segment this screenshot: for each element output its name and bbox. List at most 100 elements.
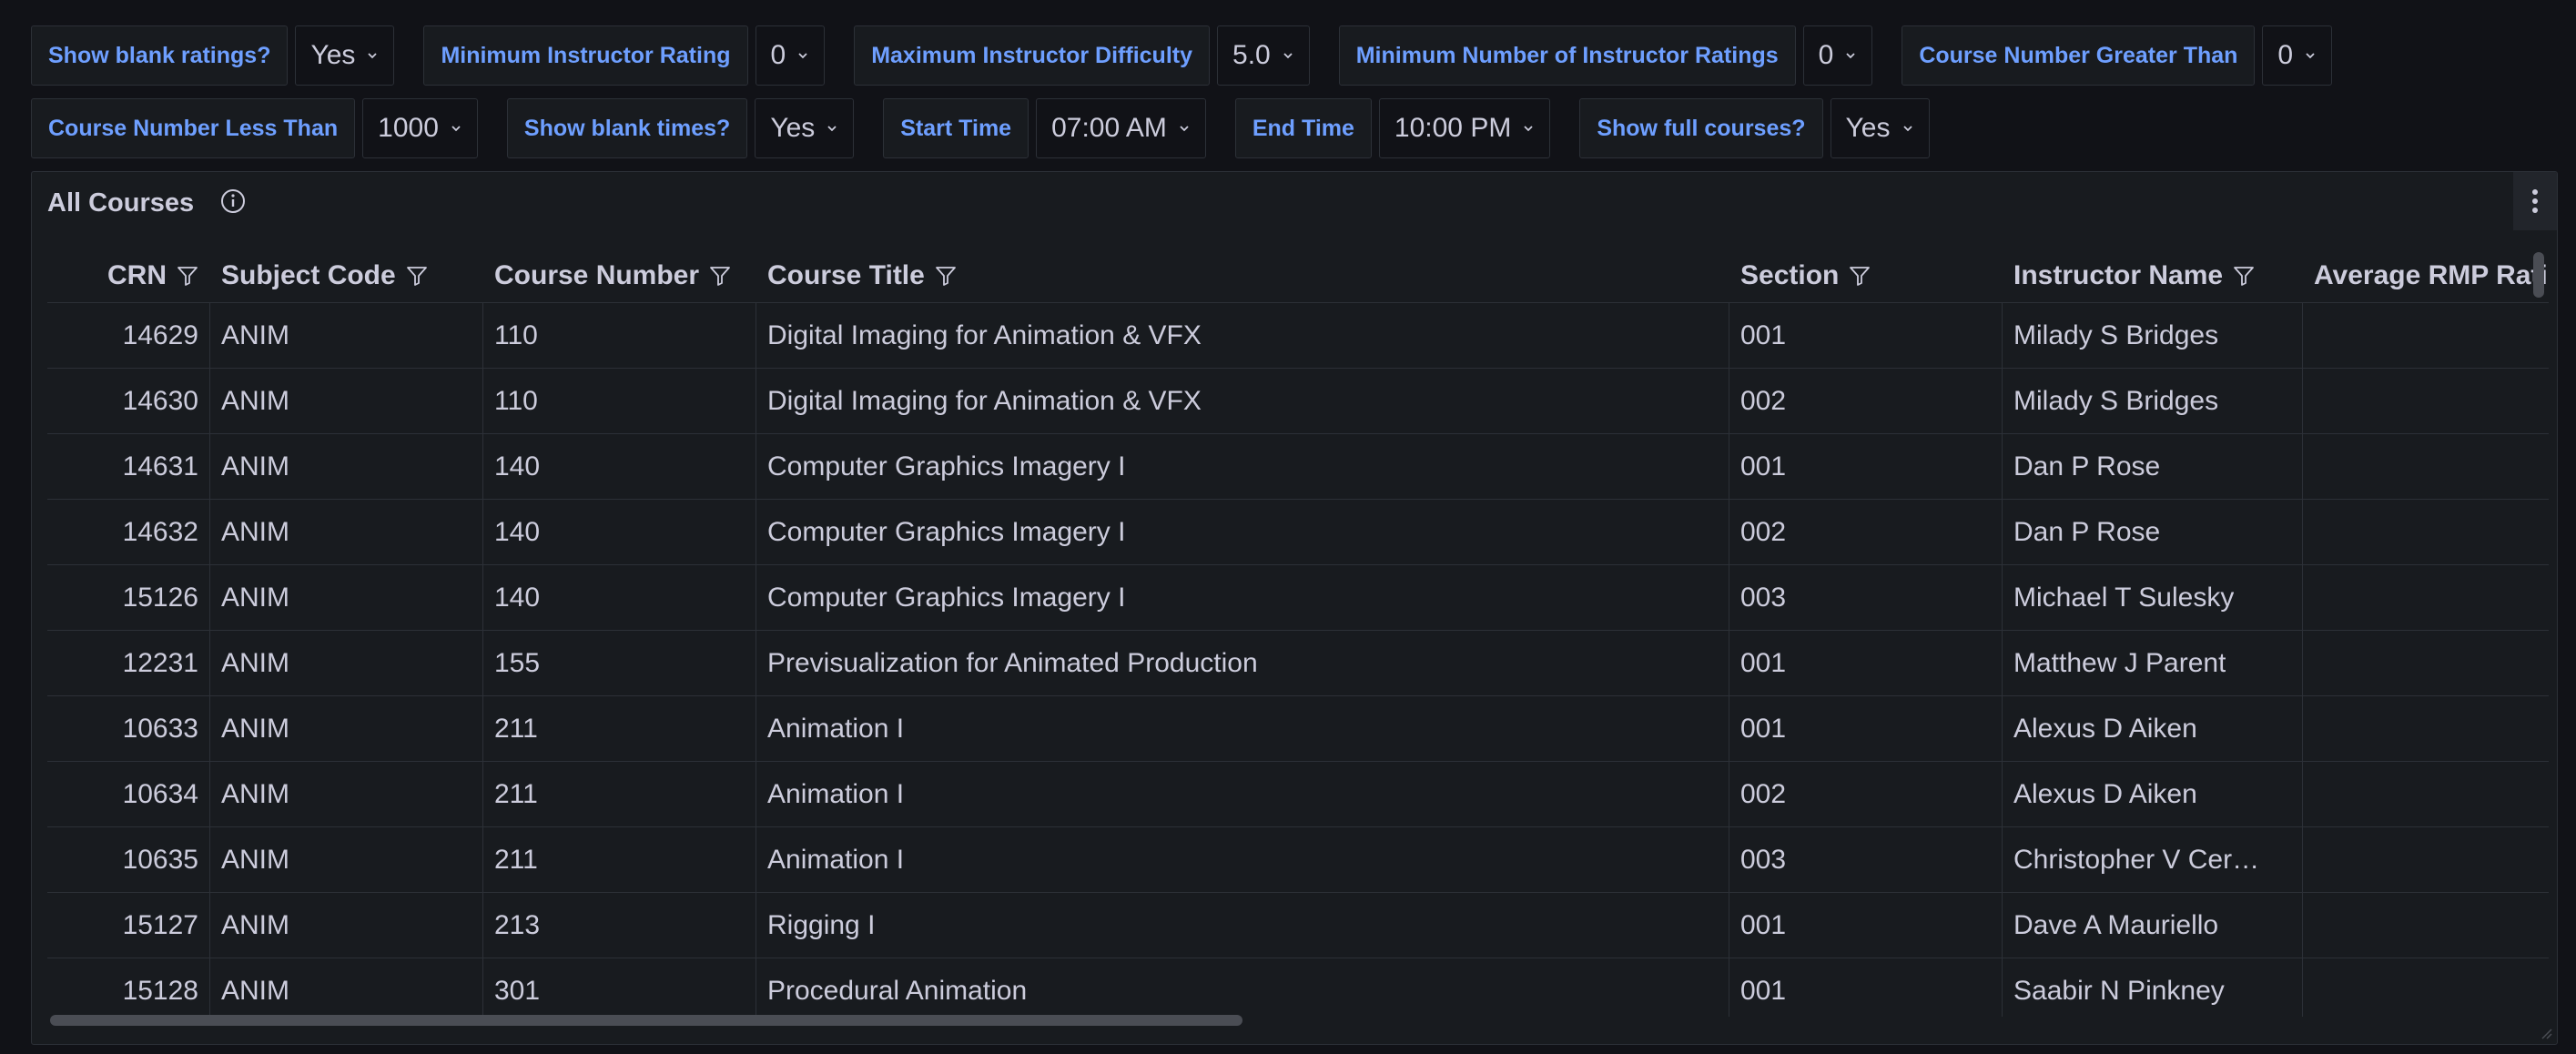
column-header-label: Section [1740, 259, 1840, 290]
cell-text: 155 [494, 647, 541, 678]
cell-instructor-name: Saabir N Pinkney [2003, 958, 2303, 1017]
filter-select-show-blank-ratings[interactable]: Yes [295, 25, 395, 86]
filter-icon[interactable] [2232, 264, 2256, 288]
filter-select-minimum-instructor-rating[interactable]: 0 [755, 25, 826, 86]
filter-label-minimum-instructor-rating: Minimum Instructor Rating [423, 25, 748, 86]
cell-subject-code: ANIM [210, 631, 483, 695]
filter-icon[interactable] [176, 264, 199, 288]
cell-text: 003 [1740, 582, 1787, 613]
filter-select-show-blank-times[interactable]: Yes [755, 98, 855, 158]
chevron-down-icon [451, 126, 461, 132]
filter-minimum-number-of-instructor-ratings: Minimum Number of Instructor Ratings 0 [1338, 25, 1873, 86]
cell-course-title: Animation I [756, 827, 1729, 892]
resize-handle-icon[interactable] [2541, 1028, 2553, 1040]
cell-text: 001 [1740, 713, 1787, 744]
filter-label-end-time: End Time [1234, 98, 1372, 158]
column-header-course-title[interactable]: Course Title [756, 248, 1729, 302]
cell-instructor-name: Christopher V Cer… [2003, 827, 2303, 892]
cell-text: 001 [1740, 451, 1787, 481]
cell-average-rmp-rating [2303, 827, 2549, 892]
cell-crn: 12231 [47, 631, 210, 695]
panel-menu-button[interactable] [2513, 172, 2557, 230]
table-row[interactable]: 14629 ANIM 110 Digital Imaging for Animatio… [47, 303, 2549, 369]
filter-minimum-instructor-rating: Minimum Instructor Rating 0 [423, 25, 826, 86]
info-icon[interactable] [219, 187, 247, 215]
cell-text: 15126 [122, 582, 198, 613]
filter-select-start-time[interactable]: 07:00 AM [1036, 98, 1206, 158]
column-header-label: CRN [107, 259, 167, 290]
cell-average-rmp-rating [2303, 696, 2549, 761]
table-row[interactable]: 14632 ANIM 140 Computer Graphics Imagery I 0… [47, 500, 2549, 565]
cell-text: 211 [494, 778, 538, 809]
filter-icon[interactable] [1848, 264, 1871, 288]
cell-section: 001 [1729, 696, 2003, 761]
cell-course-title: Animation I [756, 762, 1729, 826]
column-header-section[interactable]: Section [1729, 248, 2003, 302]
cell-crn: 10634 [47, 762, 210, 826]
cell-course-title: Rigging I [756, 893, 1729, 958]
column-header-label: Course Title [767, 259, 925, 290]
cell-text: ANIM [221, 319, 289, 350]
table-row[interactable]: 14631 ANIM 140 Computer Graphics Imagery I 0… [47, 434, 2549, 500]
filter-value: Yes [770, 113, 816, 143]
filter-select-course-number-greater-than[interactable]: 0 [2262, 25, 2333, 86]
filter-icon[interactable] [708, 264, 732, 288]
table-row[interactable]: 12231 ANIM 155 Previsualization for Animate… [47, 631, 2549, 696]
filter-icon[interactable] [934, 264, 958, 288]
cell-subject-code: ANIM [210, 500, 483, 564]
filter-maximum-instructor-difficulty: Maximum Instructor Difficulty 5.0 [854, 25, 1310, 86]
cell-text: 140 [494, 582, 541, 613]
cell-text: 001 [1740, 909, 1787, 940]
column-header-average-rmp-rating[interactable]: Average RMP Rating [2303, 248, 2549, 302]
horizontal-scrollbar[interactable] [50, 1015, 1242, 1026]
cell-crn: 15127 [47, 893, 210, 958]
cell-text: Procedural Animation [767, 975, 1028, 1006]
cell-text: 10634 [122, 778, 198, 809]
filter-show-blank-ratings: Show blank ratings? Yes [31, 25, 395, 86]
cell-course-number: 140 [483, 434, 756, 499]
filter-select-course-number-less-than[interactable]: 1000 [362, 98, 478, 158]
cell-instructor-name: Milady S Bridges [2003, 303, 2303, 368]
cell-text: Animation I [767, 713, 905, 744]
table-row[interactable]: 15128 ANIM 301 Procedural Animation 001 Saabi… [47, 958, 2549, 1017]
filter-label-course-number-less-than: Course Number Less Than [31, 98, 356, 158]
cell-text: Previsualization for Animated Production [767, 647, 1258, 678]
filter-select-end-time[interactable]: 10:00 PM [1378, 98, 1551, 158]
table-row[interactable]: 10634 ANIM 211 Animation I 002 Alexus D Aiken [47, 762, 2549, 827]
cell-text: 15127 [122, 909, 198, 940]
table-row[interactable]: 14630 ANIM 110 Digital Imaging for Animatio… [47, 369, 2549, 434]
cell-text: 003 [1740, 844, 1787, 875]
filter-select-maximum-instructor-difficulty[interactable]: 5.0 [1217, 25, 1310, 86]
cell-text: 211 [494, 844, 538, 875]
vertical-ellipsis-icon [2532, 189, 2538, 213]
cell-crn: 15128 [47, 958, 210, 1017]
filter-icon[interactable] [405, 264, 429, 288]
cell-section: 002 [1729, 500, 2003, 564]
table-row[interactable]: 10635 ANIM 211 Animation I 003 Christopher V … [47, 827, 2549, 893]
vertical-scrollbar[interactable] [2533, 252, 2544, 298]
cell-section: 001 [1729, 958, 2003, 1017]
column-header-course-number[interactable]: Course Number [483, 248, 756, 302]
column-header-crn[interactable]: CRN [47, 248, 210, 302]
cell-text: Digital Imaging for Animation & VFX [767, 385, 1202, 416]
cell-text: Milady S Bridges [2013, 319, 2219, 350]
filter-label-show-blank-ratings: Show blank ratings? [31, 25, 289, 86]
filter-select-show-full-courses[interactable]: Yes [1830, 98, 1930, 158]
table-row[interactable]: 10633 ANIM 211 Animation I 001 Alexus D Aiken [47, 696, 2549, 762]
cell-text: Christopher V Cer… [2013, 844, 2260, 875]
column-header-instructor-name[interactable]: Instructor Name [2003, 248, 2303, 302]
column-header-subject-code[interactable]: Subject Code [210, 248, 483, 302]
cell-text: Computer Graphics Imagery I [767, 582, 1126, 613]
filter-label-start-time: Start Time [883, 98, 1029, 158]
column-header-label: Course Number [494, 259, 700, 290]
filter-value: 10:00 PM [1394, 113, 1512, 143]
filter-bar-row-2: Course Number Less Than 1000 Show blank ti… [31, 98, 1959, 158]
cell-text: 10635 [122, 844, 198, 875]
cell-course-title: Previsualization for Animated Production [756, 631, 1729, 695]
filter-bar-row-1: Show blank ratings? Yes Minimum Instructor… [31, 25, 2361, 86]
cell-crn: 10633 [47, 696, 210, 761]
table-row[interactable]: 15126 ANIM 140 Computer Graphics Imagery I 0… [47, 565, 2549, 631]
table-row[interactable]: 15127 ANIM 213 Rigging I 001 Dave A Mauriello [47, 893, 2549, 958]
cell-instructor-name: Dave A Mauriello [2003, 893, 2303, 958]
filter-select-minimum-number-of-instructor-ratings[interactable]: 0 [1802, 25, 1873, 86]
